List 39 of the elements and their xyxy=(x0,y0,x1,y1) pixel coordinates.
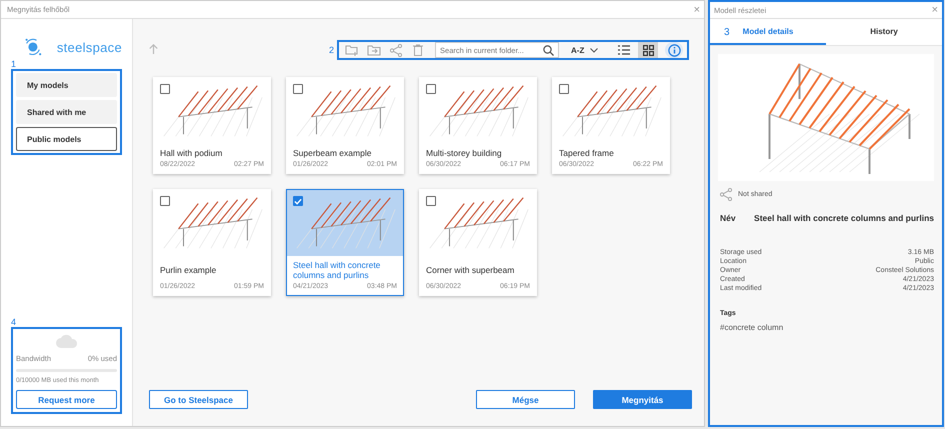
checkbox[interactable] xyxy=(160,196,170,206)
checkbox[interactable] xyxy=(426,196,436,206)
list-view-icon xyxy=(618,45,630,55)
cloud-icon xyxy=(56,334,78,348)
callout-number: 4 xyxy=(11,317,18,327)
checkbox[interactable] xyxy=(293,84,303,94)
checkbox[interactable] xyxy=(160,84,170,94)
model-name: Steel hall with concrete columns and purlins xyxy=(754,213,934,223)
sort-dropdown[interactable]: A-Z xyxy=(571,46,598,54)
info-icon[interactable] xyxy=(668,44,681,56)
grid-view-button[interactable] xyxy=(638,42,658,58)
logo-text: steelspace xyxy=(56,40,122,54)
name-label: Név xyxy=(720,213,736,223)
checkbox[interactable] xyxy=(559,84,569,94)
search-icon[interactable] xyxy=(543,44,554,56)
model-name: Steel hall with concrete columns and purlins xyxy=(292,259,382,280)
callout-number: 3 xyxy=(724,27,730,38)
sidebar-item[interactable]: Public models xyxy=(16,127,117,151)
action-button[interactable]: Go to Steelspace xyxy=(149,390,248,409)
tag[interactable]: #concrete column xyxy=(720,323,934,332)
open-button[interactable]: Megnyitás xyxy=(593,390,692,409)
model-name: Corner with superbeam xyxy=(425,264,516,277)
model-name: Superbeam example xyxy=(292,147,372,158)
checkbox[interactable] xyxy=(426,84,436,94)
model-name: Multi-storey building xyxy=(425,147,503,158)
checkbox[interactable] xyxy=(293,196,303,206)
callout-number: 2 xyxy=(329,45,334,55)
sidebar-item[interactable]: Shared with me xyxy=(16,100,117,124)
grid-view-icon xyxy=(642,44,654,56)
action-button[interactable]: Mégse xyxy=(476,390,575,409)
model-name: Tapered frame xyxy=(558,147,615,158)
callout-number: 1 xyxy=(11,59,18,69)
sidebar-item[interactable]: My models xyxy=(16,73,117,97)
model-name: Purlin example xyxy=(159,264,218,277)
model-name: Hall with podium xyxy=(159,147,224,158)
request-more-button[interactable]: Request more xyxy=(16,390,117,409)
logo-icon xyxy=(23,36,43,58)
caret-icon xyxy=(590,48,598,52)
tab[interactable]: History xyxy=(826,19,942,45)
